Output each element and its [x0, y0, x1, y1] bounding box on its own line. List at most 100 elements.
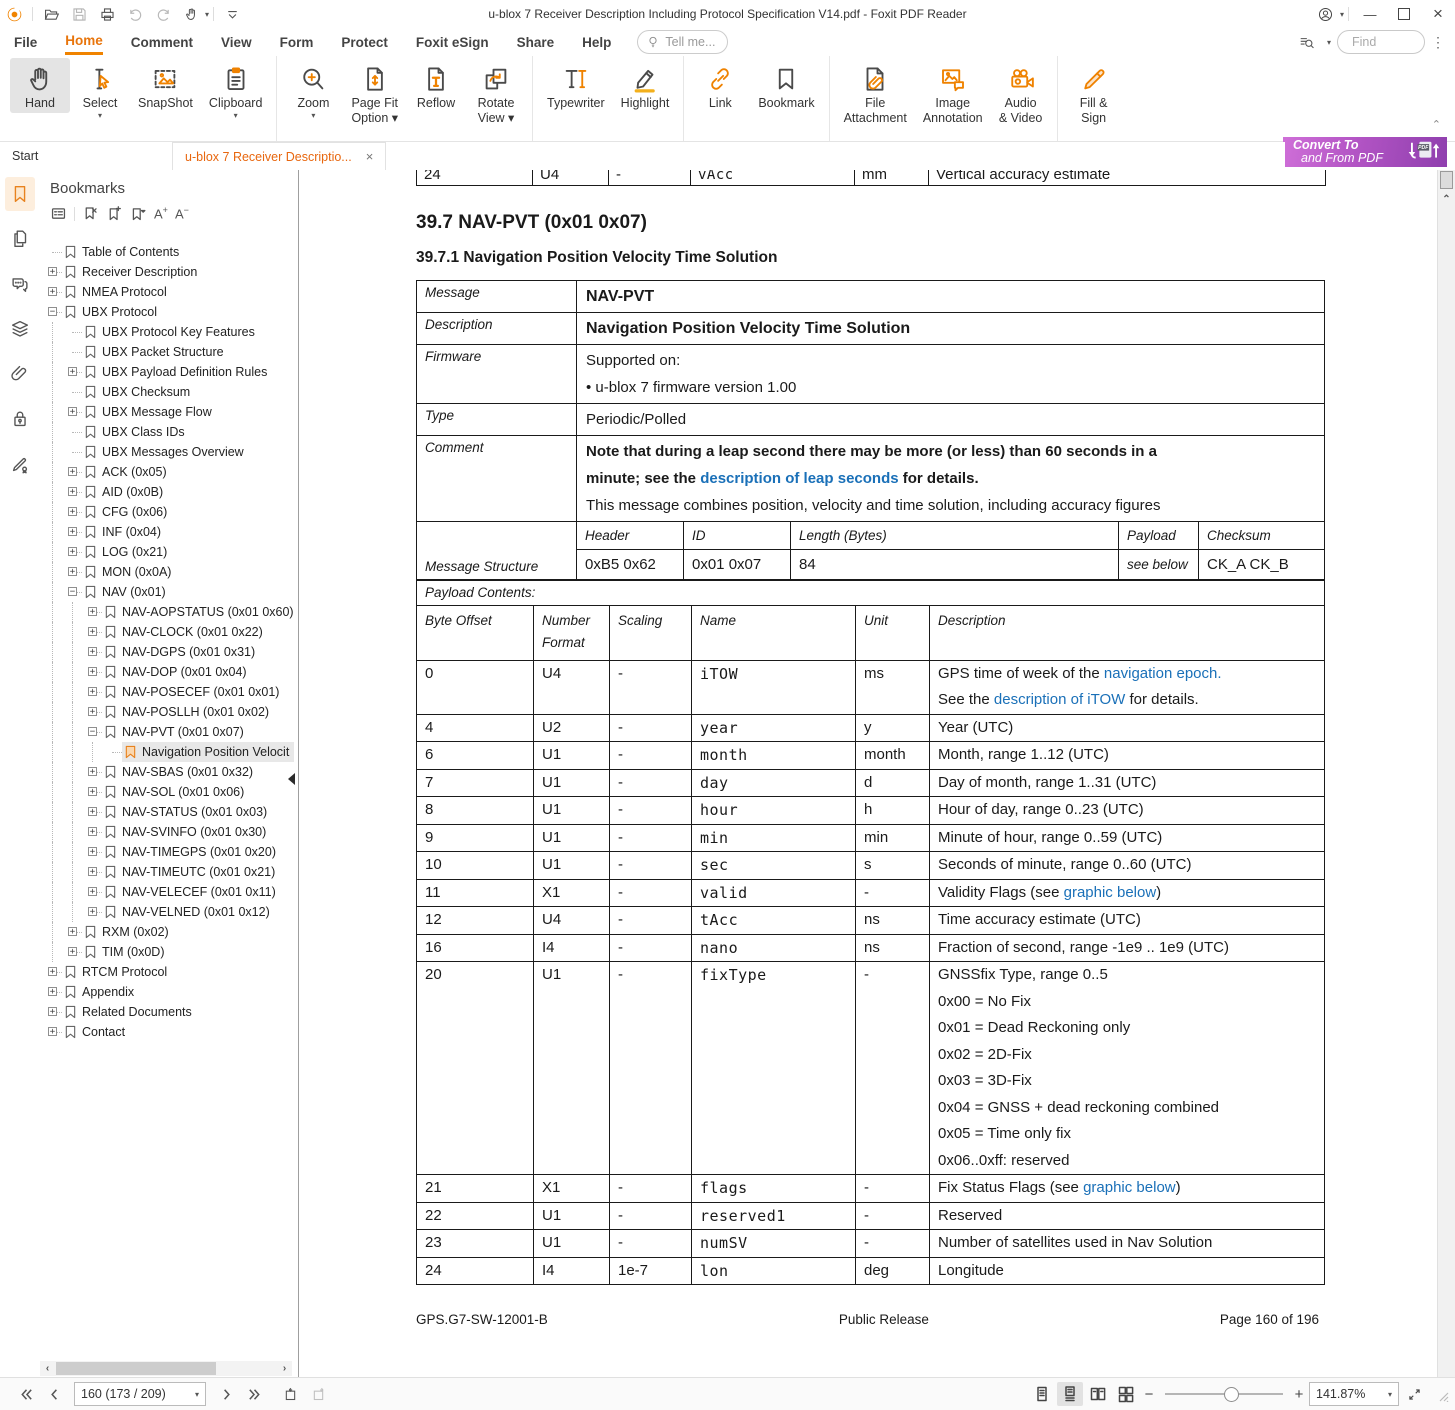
- expand-toggle[interactable]: +: [68, 487, 77, 497]
- expand-toggle[interactable]: +: [48, 967, 57, 977]
- expand-toggle[interactable]: +: [68, 927, 77, 937]
- hscroll-left-arrow-icon[interactable]: ‹: [40, 1363, 55, 1374]
- collapse-ribbon-chevron-icon[interactable]: ⌃: [1432, 118, 1441, 131]
- expand-toggle[interactable]: +: [88, 847, 97, 857]
- bookmark-item[interactable]: + CFG (0x06): [40, 502, 298, 522]
- bookmark-item[interactable]: + TIM (0x0D): [40, 942, 298, 962]
- open-file-icon[interactable]: [40, 3, 62, 25]
- hscroll-thumb[interactable]: [56, 1362, 216, 1375]
- continuous-facing-view-icon[interactable]: [1113, 1382, 1139, 1406]
- doc-link[interactable]: description of leap seconds: [700, 470, 898, 487]
- menu-tab-help[interactable]: Help: [582, 31, 611, 54]
- document-tab-start[interactable]: Start: [0, 142, 173, 170]
- attachments-nav-icon[interactable]: [5, 357, 35, 391]
- zoom-in-icon[interactable]: +: [1292, 1386, 1306, 1403]
- zoom-button[interactable]: Zoom ▾: [283, 58, 343, 122]
- expand-toggle[interactable]: +: [88, 787, 97, 797]
- bookmark-item[interactable]: + Appendix: [40, 982, 298, 1002]
- menu-tab-share[interactable]: Share: [517, 31, 555, 54]
- add-bookmark-icon[interactable]: [106, 205, 123, 222]
- doc-link[interactable]: description of iTOW: [994, 691, 1125, 708]
- page-fit-option-button[interactable]: Page Fit Option ▾: [343, 58, 406, 128]
- bookmark-item[interactable]: + NAV-SOL (0x01 0x06): [40, 782, 298, 802]
- bookmark-item[interactable]: + RXM (0x02): [40, 922, 298, 942]
- account-icon[interactable]: [1315, 3, 1337, 25]
- bookmark-item[interactable]: + NAV-POSECEF (0x01 0x01): [40, 682, 298, 702]
- print-icon[interactable]: [96, 3, 118, 25]
- vertical-scrollbar[interactable]: ⌃: [1437, 170, 1455, 1378]
- bookmark-item[interactable]: UBX Packet Structure: [40, 342, 298, 362]
- layers-nav-icon[interactable]: [5, 312, 35, 346]
- hand-tool-quick-icon[interactable]: [180, 3, 202, 25]
- delete-bookmark-icon[interactable]: [82, 205, 99, 222]
- expand-toggle[interactable]: +: [68, 467, 77, 477]
- expand-toggle[interactable]: +: [88, 867, 97, 877]
- bookmark-item[interactable]: + NAV-DGPS (0x01 0x31): [40, 642, 298, 662]
- previous-page-icon[interactable]: [42, 1383, 66, 1405]
- shrink-font-icon[interactable]: A−: [175, 205, 189, 221]
- more-options-dots-icon[interactable]: ⋮: [1431, 34, 1445, 51]
- continuous-view-icon[interactable]: [1057, 1382, 1083, 1406]
- bookmark-item[interactable]: + NAV-POSLLH (0x01 0x02): [40, 702, 298, 722]
- select-button[interactable]: Select ▾: [70, 58, 130, 122]
- menu-tab-form[interactable]: Form: [280, 31, 314, 54]
- bookmark-item[interactable]: + Contact: [40, 1022, 298, 1042]
- bookmark-item[interactable]: + NAV-AOPSTATUS (0x01 0x60): [40, 602, 298, 622]
- zoom-slider-knob[interactable]: [1224, 1387, 1239, 1402]
- expand-toggle[interactable]: +: [88, 807, 97, 817]
- expand-toggle[interactable]: +: [48, 287, 57, 297]
- bookmark-item[interactable]: + NAV-TIMEGPS (0x01 0x20): [40, 842, 298, 862]
- previous-view-icon[interactable]: [278, 1383, 302, 1405]
- bookmark-item[interactable]: + NAV-TIMEUTC (0x01 0x21): [40, 862, 298, 882]
- highlight-button[interactable]: Highlight: [613, 58, 678, 113]
- undo-icon[interactable]: [124, 3, 146, 25]
- expand-toggle[interactable]: +: [88, 647, 97, 657]
- page-field-caret[interactable]: ▾: [195, 1390, 199, 1399]
- expand-toggle[interactable]: +: [48, 987, 57, 997]
- bookmark-item[interactable]: + RTCM Protocol: [40, 962, 298, 982]
- bookmark-item[interactable]: + NMEA Protocol: [40, 282, 298, 302]
- image-annotation-button[interactable]: Image Annotation: [915, 58, 991, 128]
- expand-font-icon[interactable]: A+: [154, 205, 168, 221]
- bookmark-item[interactable]: UBX Checksum: [40, 382, 298, 402]
- bookmark-item[interactable]: + AID (0x0B): [40, 482, 298, 502]
- convert-pdf-banner[interactable]: Convert To and From PDF PDF: [1283, 137, 1447, 167]
- resize-grip[interactable]: [1433, 1386, 1449, 1403]
- expand-toggle[interactable]: +: [88, 687, 97, 697]
- rotate-view-button[interactable]: Rotate View ▾: [466, 58, 526, 128]
- expand-toggle[interactable]: +: [68, 567, 77, 577]
- expand-toggle[interactable]: +: [68, 947, 77, 957]
- expand-toggle[interactable]: +: [88, 707, 97, 717]
- bookmark-item[interactable]: + NAV-CLOCK (0x01 0x22): [40, 622, 298, 642]
- bookmark-item[interactable]: + NAV-STATUS (0x01 0x03): [40, 802, 298, 822]
- zoom-slider[interactable]: [1165, 1387, 1283, 1402]
- customize-toolbar-chevron-icon[interactable]: [221, 3, 243, 25]
- clipboard-button[interactable]: Clipboard ▾: [201, 58, 271, 122]
- expand-toggle[interactable]: +: [68, 407, 77, 417]
- first-page-icon[interactable]: [14, 1383, 38, 1405]
- bookmark-item[interactable]: + Receiver Description: [40, 262, 298, 282]
- advanced-search-caret[interactable]: ▾: [1327, 38, 1331, 47]
- bookmark-item[interactable]: UBX Protocol Key Features: [40, 322, 298, 342]
- bookmark-item[interactable]: Navigation Position Velocit: [40, 742, 298, 762]
- vscroll-up-arrow-icon[interactable]: ⌃: [1438, 194, 1455, 205]
- snapshot-button[interactable]: SnapShot: [130, 58, 201, 113]
- menu-tab-view[interactable]: View: [221, 31, 252, 54]
- expand-toggle[interactable]: +: [68, 527, 77, 537]
- expand-toggle[interactable]: +: [68, 367, 77, 377]
- save-icon[interactable]: [68, 3, 90, 25]
- find-box[interactable]: [1337, 30, 1425, 54]
- bookmark-item[interactable]: + NAV-SBAS (0x01 0x32): [40, 762, 298, 782]
- fullscreen-icon[interactable]: [1402, 1383, 1426, 1405]
- bookmark-item[interactable]: − NAV (0x01): [40, 582, 298, 602]
- bookmark-options-icon[interactable]: [50, 205, 67, 222]
- doc-link[interactable]: graphic below: [1083, 1179, 1176, 1196]
- bookmark-item[interactable]: + INF (0x04): [40, 522, 298, 542]
- doc-link[interactable]: graphic below: [1064, 884, 1157, 901]
- expand-toggle[interactable]: +: [68, 507, 77, 517]
- expand-toggle[interactable]: +: [88, 607, 97, 617]
- reflow-button[interactable]: Reflow: [406, 58, 466, 113]
- doc-link[interactable]: navigation epoch.: [1104, 665, 1222, 682]
- minimize-button[interactable]: —: [1353, 0, 1387, 28]
- vscroll-thumb[interactable]: [1440, 171, 1453, 189]
